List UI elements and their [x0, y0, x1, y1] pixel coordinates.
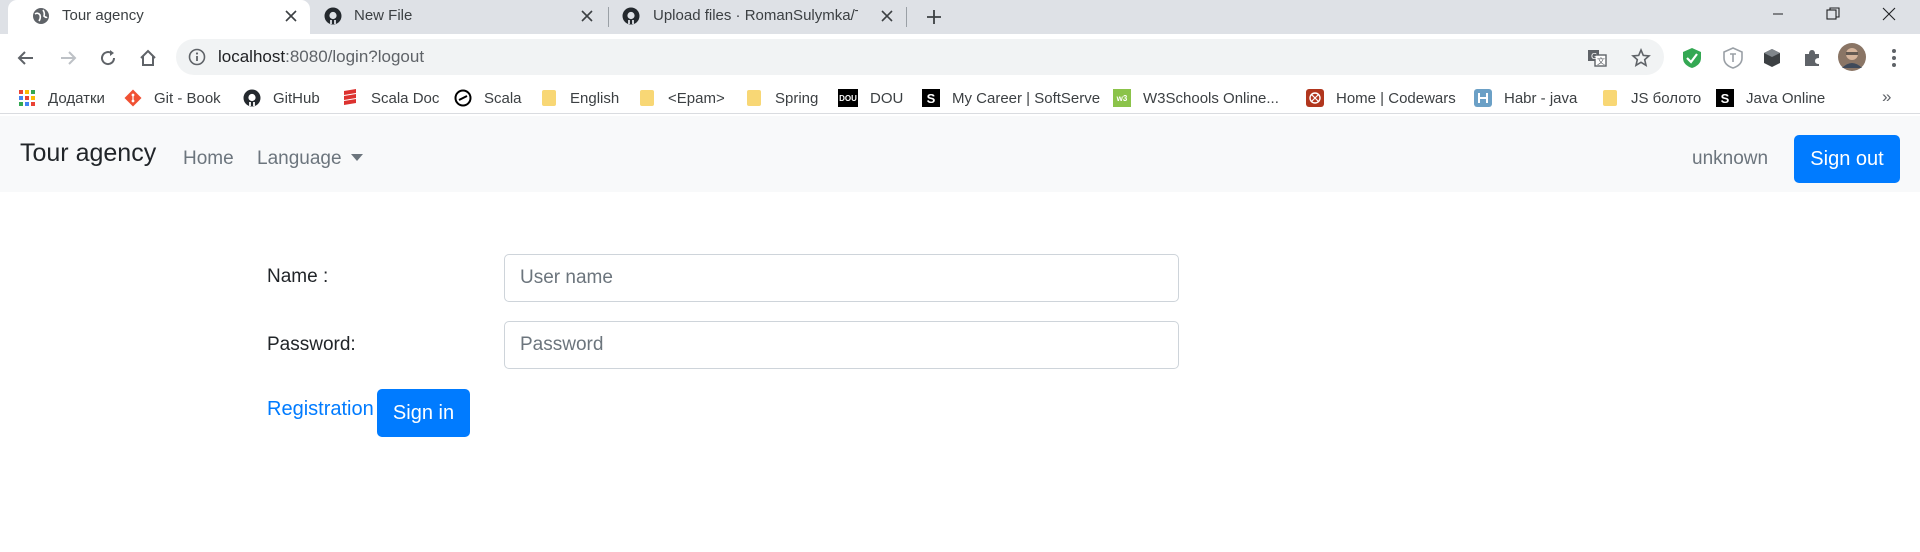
- bookmark-label: English: [570, 89, 620, 107]
- menu-kebab-icon[interactable]: [1882, 46, 1906, 70]
- sign-in-button[interactable]: Sign in: [377, 389, 470, 437]
- bookmark-apps[interactable]: Додатки: [18, 87, 105, 109]
- dou-icon: DOU: [838, 89, 858, 107]
- bookmark-git-book[interactable]: Git - Book: [124, 87, 221, 109]
- bookmark-label: GitHub: [273, 89, 320, 107]
- bookmark-github[interactable]: GitHub: [243, 87, 320, 109]
- git-icon: [124, 89, 142, 107]
- avatar[interactable]: [1837, 42, 1867, 72]
- folder-icon: [1601, 89, 1619, 107]
- url-host: localhost: [218, 47, 286, 66]
- restore-button[interactable]: [1810, 0, 1856, 28]
- minimize-button[interactable]: [1755, 0, 1801, 28]
- tab-new-file[interactable]: New File: [300, 0, 602, 34]
- tab-tour-agency[interactable]: Tour agency: [8, 0, 310, 34]
- github-icon: [324, 7, 342, 25]
- nav-home-link[interactable]: Home: [183, 148, 234, 170]
- bookmark-label: Home | Codewars: [1336, 89, 1456, 107]
- bookmark-label: <Epam>: [668, 89, 725, 107]
- browser-tabstrip: Tour agency New File Upload files · Roma…: [0, 0, 1920, 34]
- tab-separator: [906, 7, 907, 27]
- softserve-icon: S: [922, 89, 940, 107]
- star-icon[interactable]: [1630, 47, 1652, 69]
- codewars-icon: [1306, 89, 1324, 107]
- home-button[interactable]: [134, 44, 162, 72]
- bookmarks-bar: Додатки Git - Book GitHub Scala Doc Scal…: [0, 82, 1920, 114]
- softserve-icon: S: [1716, 89, 1734, 107]
- app-navbar: Tour agency Home Language unknown Sign o…: [0, 116, 1920, 192]
- cube-icon[interactable]: [1760, 46, 1784, 70]
- bookmark-java-online[interactable]: S Java Online: [1716, 87, 1825, 109]
- browser-toolbar: localhost:8080/login?logout G文: [0, 34, 1920, 82]
- bookmark-label: Java Online: [1746, 89, 1826, 107]
- bookmark-scala[interactable]: Scala: [454, 87, 522, 109]
- registration-link[interactable]: Registration: [267, 398, 374, 421]
- username-input[interactable]: [504, 254, 1179, 302]
- svg-text:文: 文: [1597, 56, 1605, 66]
- bookmark-habr[interactable]: Habr - java: [1474, 87, 1577, 109]
- url-path: :8080/login?logout: [285, 47, 425, 66]
- forward-button[interactable]: [54, 44, 82, 72]
- bookmark-softserve[interactable]: S My Career | SoftServe: [922, 87, 1100, 109]
- close-window-button[interactable]: [1866, 0, 1912, 28]
- bookmark-label: DOU: [870, 89, 904, 107]
- new-tab-button[interactable]: [920, 3, 948, 31]
- translate-icon[interactable]: G文: [1586, 47, 1608, 69]
- sign-out-button[interactable]: Sign out: [1794, 135, 1900, 183]
- bookmark-english[interactable]: English: [540, 87, 619, 109]
- habr-icon: [1474, 89, 1492, 107]
- bookmark-label: Spring: [775, 89, 819, 107]
- bookmark-label: Git - Book: [154, 89, 221, 107]
- folder-icon: [745, 89, 763, 107]
- bookmark-label: Scala Doc: [371, 89, 440, 107]
- bookmark-label: Scala: [484, 89, 522, 107]
- current-user-label: unknown: [1692, 148, 1769, 169]
- shield-outline-icon[interactable]: [1721, 46, 1745, 70]
- tab-separator: [608, 7, 609, 27]
- url-text: localhost:8080/login?logout: [218, 47, 424, 67]
- bookmarks-overflow-button[interactable]: »: [1882, 87, 1891, 107]
- bookmark-dou[interactable]: DOU DOU: [838, 87, 903, 109]
- close-icon[interactable]: [576, 5, 598, 27]
- folder-icon: [638, 89, 656, 107]
- close-icon[interactable]: [876, 5, 898, 27]
- tab-upload-files[interactable]: Upload files · RomanSulymka/Tra: [610, 0, 910, 34]
- nav-language-label: Language: [257, 148, 342, 169]
- globe-icon: [32, 7, 50, 25]
- bookmark-js[interactable]: JS болото: [1601, 87, 1701, 109]
- bookmark-scala-doc[interactable]: Scala Doc: [341, 87, 439, 109]
- scala-ring-icon: [454, 89, 472, 107]
- apps-grid-icon: [18, 89, 36, 107]
- brand-link[interactable]: Tour agency: [20, 139, 156, 168]
- close-icon[interactable]: [280, 5, 302, 27]
- password-label: Password:: [267, 334, 356, 355]
- bookmark-label: Habr - java: [1504, 89, 1578, 107]
- bookmark-label: W3Schools Online...: [1143, 89, 1279, 107]
- address-bar[interactable]: localhost:8080/login?logout G文: [176, 39, 1664, 75]
- info-icon[interactable]: [188, 48, 206, 66]
- back-button[interactable]: [12, 44, 40, 72]
- extensions-puzzle-icon[interactable]: [1800, 46, 1824, 70]
- bookmark-w3schools[interactable]: w3 W3Schools Online...: [1113, 87, 1279, 109]
- bookmark-label: Додатки: [48, 89, 105, 107]
- chevron-down-icon: [350, 154, 363, 161]
- name-label: Name :: [267, 266, 329, 287]
- shield-icon[interactable]: [1680, 46, 1704, 70]
- w3schools-icon: w3: [1113, 89, 1131, 107]
- bookmark-spring[interactable]: Spring: [745, 87, 818, 109]
- tab-title: Upload files · RomanSulymka/Tra: [653, 7, 858, 24]
- password-input[interactable]: [504, 321, 1179, 369]
- nav-language-dropdown[interactable]: Language: [257, 148, 363, 170]
- bookmark-label: My Career | SoftServe: [952, 89, 1101, 107]
- tab-title: Tour agency: [62, 7, 144, 24]
- bookmark-codewars[interactable]: Home | Codewars: [1306, 87, 1456, 109]
- bookmark-epam[interactable]: <Epam>: [638, 87, 725, 109]
- github-icon: [243, 89, 261, 107]
- reload-button[interactable]: [94, 44, 122, 72]
- scala-icon: [341, 89, 359, 107]
- github-icon: [622, 7, 640, 25]
- bookmark-label: JS болото: [1631, 89, 1702, 107]
- tab-title: New File: [354, 7, 413, 24]
- folder-icon: [540, 89, 558, 107]
